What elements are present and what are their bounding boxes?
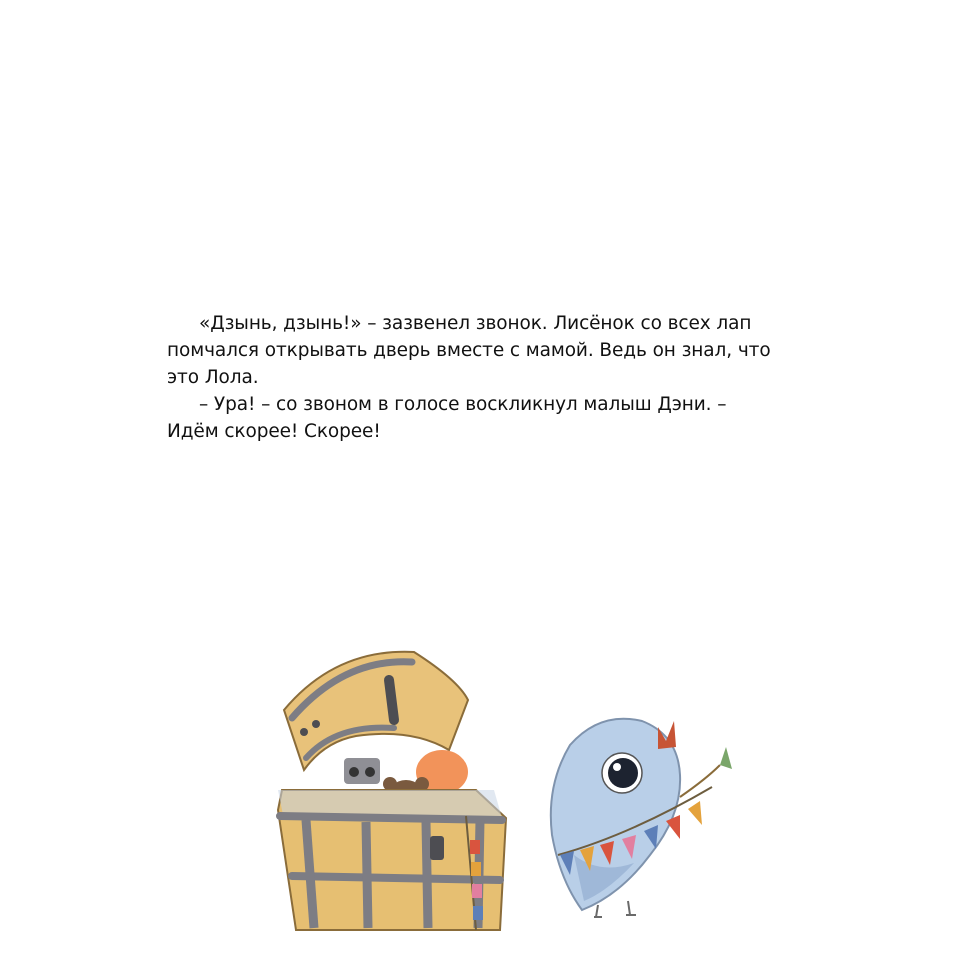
blue-bird-illustration — [549, 717, 732, 918]
story-line: – Ура! – со звоном в голосе воскликнул м… — [199, 394, 727, 415]
story-line: Идём скорее! Скорее! — [167, 421, 381, 442]
story-line: помчался открывать дверь вместе с мамой.… — [167, 340, 771, 361]
story-text: «Дзынь, дзынь!» – зазвенел звонок. Лисён… — [167, 310, 807, 445]
story-line: «Дзынь, дзынь!» – зазвенел звонок. Лисён… — [199, 313, 752, 334]
story-line: это Лола. — [167, 367, 259, 388]
treasure-chest-illustration — [276, 650, 508, 931]
